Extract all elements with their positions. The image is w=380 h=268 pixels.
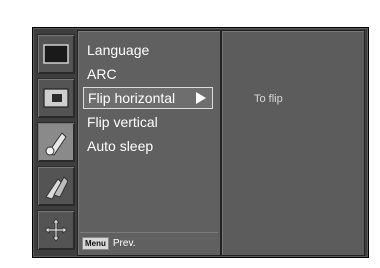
screen-icon (43, 88, 69, 108)
screen-category-tab[interactable] (37, 78, 75, 118)
submenu-arrow-icon (196, 92, 206, 104)
menu-category-column (33, 28, 75, 257)
picture-category-tab[interactable] (37, 34, 75, 74)
menu-item-flip-vertical[interactable]: Flip vertical (83, 111, 213, 133)
setup-icon (45, 176, 69, 200)
special-category-tab[interactable] (37, 122, 75, 162)
menu-key-badge: Menu (82, 236, 109, 250)
menu-footer: Menu Prev. (80, 232, 218, 253)
description-text: To flip (254, 93, 283, 105)
menu-item-auto-sleep[interactable]: Auto sleep (83, 135, 213, 157)
position-category-tab[interactable] (37, 210, 75, 250)
menu-item-language[interactable]: Language (83, 39, 213, 61)
menu-item-arc[interactable]: ARC (83, 63, 213, 85)
menu-item-label: Flip horizontal (88, 90, 176, 106)
description-panel: To flip (221, 30, 365, 256)
prev-hint: Prev. (112, 237, 136, 249)
special-icon (45, 132, 67, 156)
setup-category-tab[interactable] (37, 166, 75, 206)
osd-menu-window: Language ARC Flip horizontal Flip vertic… (32, 27, 369, 258)
menu-list: Language ARC Flip horizontal Flip vertic… (77, 30, 221, 256)
picture-icon (43, 44, 69, 64)
position-icon (44, 218, 68, 242)
menu-item-flip-horizontal[interactable]: Flip horizontal (83, 87, 213, 109)
